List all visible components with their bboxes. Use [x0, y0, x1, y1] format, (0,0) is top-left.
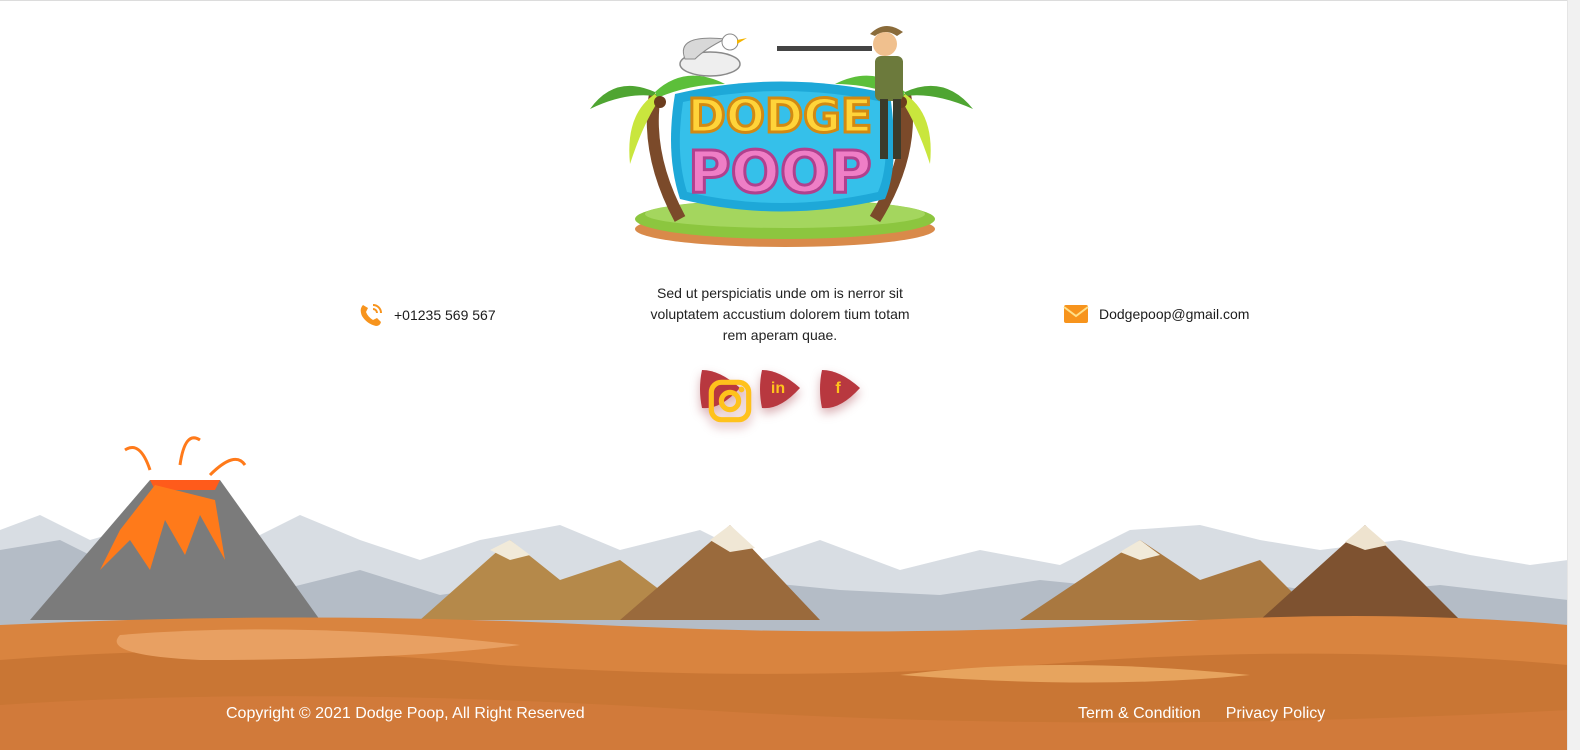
contact-phone: +01235 569 567	[358, 302, 496, 328]
email-address[interactable]: Dodgepoop@gmail.com	[1099, 306, 1249, 322]
phone-icon	[360, 304, 382, 326]
contact-email: Dodgepoop@gmail.com	[1063, 303, 1249, 325]
facebook-icon: f	[835, 380, 841, 397]
linkedin-button[interactable]: in	[756, 366, 802, 412]
privacy-policy-link[interactable]: Privacy Policy	[1226, 705, 1326, 723]
top-border	[0, 0, 1580, 1]
linkedin-icon: in	[770, 380, 786, 397]
footer-links: Term & Condition Privacy Policy	[1078, 705, 1325, 723]
svg-text:DODGE: DODGE	[688, 89, 873, 143]
email-icon	[1063, 305, 1089, 323]
copyright-text: Copyright © 2021 Dodge Poop, All Right R…	[226, 705, 585, 722]
landscape-background	[0, 420, 1568, 750]
instagram-icon	[707, 378, 752, 423]
svg-text:POOP: POOP	[688, 138, 872, 206]
instagram-button[interactable]	[696, 366, 752, 423]
social-links: in f	[696, 366, 862, 423]
facebook-button[interactable]: f	[816, 366, 862, 412]
phone-number[interactable]: +01235 569 567	[394, 307, 496, 323]
about-text: Sed ut perspiciatis unde om is nerror si…	[650, 285, 910, 343]
terms-link[interactable]: Term & Condition	[1078, 705, 1201, 723]
dodge-poop-logo[interactable]: DODGE POOP	[585, 14, 980, 254]
page-scrollbar[interactable]	[1567, 0, 1580, 750]
